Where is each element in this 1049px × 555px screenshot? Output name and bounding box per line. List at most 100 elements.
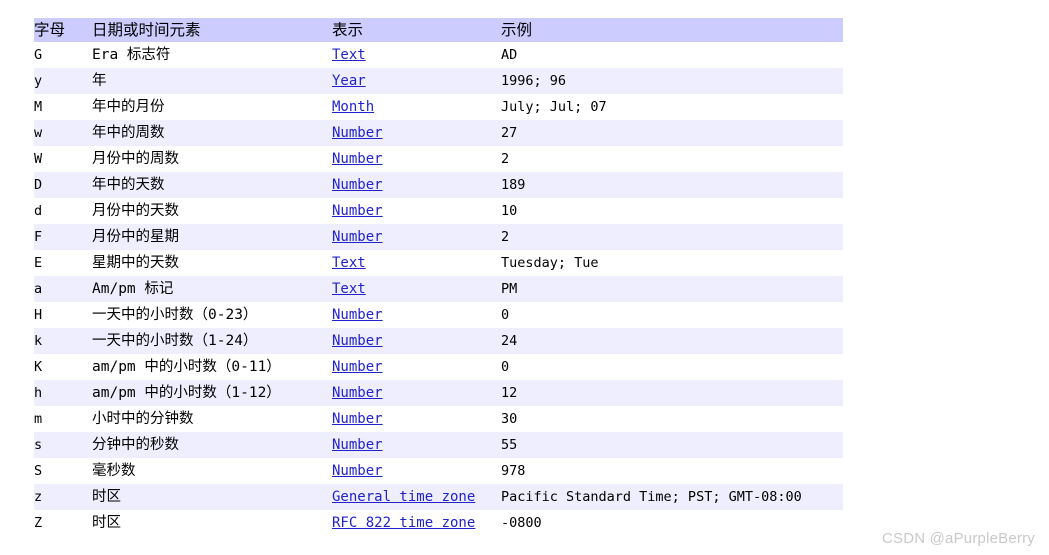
cell-element: 小时中的分钟数 xyxy=(92,411,194,427)
presentation-link[interactable]: Number xyxy=(332,307,383,323)
presentation-link[interactable]: Number xyxy=(332,203,383,219)
cell-example: July; Jul; 07 xyxy=(501,99,607,115)
cell-example: 0 xyxy=(501,359,510,375)
cell-presentation: Number xyxy=(332,354,501,380)
table-row: d 月份中的天数 Number 10 xyxy=(34,198,843,224)
presentation-link[interactable]: Number xyxy=(332,177,383,193)
cell-element: 分钟中的秒数 xyxy=(92,437,179,453)
cell-letter: W xyxy=(34,151,43,167)
cell-presentation: Number xyxy=(332,406,501,432)
cell-element: 时区 xyxy=(92,489,121,505)
cell-example: Tuesday; Tue xyxy=(501,255,599,271)
cell-letter: K xyxy=(34,359,43,375)
table-header: 字母 日期或时间元素 表示 示例 xyxy=(34,18,843,42)
cell-presentation: RFC 822 time zone xyxy=(332,510,501,536)
cell-letter: a xyxy=(34,281,43,297)
presentation-link[interactable]: Number xyxy=(332,229,383,245)
presentation-link[interactable]: Text xyxy=(332,47,366,63)
cell-example: 2 xyxy=(501,151,510,167)
cell-example: 10 xyxy=(501,203,518,219)
cell-presentation: Number xyxy=(332,380,501,406)
cell-presentation: Text xyxy=(332,42,501,68)
table-row: k 一天中的小时数（1-24） Number 24 xyxy=(34,328,843,354)
cell-example: 189 xyxy=(501,177,526,193)
cell-presentation: Number xyxy=(332,458,501,484)
cell-letter: D xyxy=(34,177,43,193)
presentation-link[interactable]: Number xyxy=(332,411,383,427)
cell-element: 月份中的星期 xyxy=(92,229,179,245)
cell-letter: d xyxy=(34,203,43,219)
cell-example: 12 xyxy=(501,385,518,401)
cell-presentation: Number xyxy=(332,198,501,224)
table-row: w 年中的周数 Number 27 xyxy=(34,120,843,146)
presentation-link[interactable]: Number xyxy=(332,333,383,349)
presentation-link[interactable]: Number xyxy=(332,359,383,375)
table-row: y 年 Year 1996; 96 xyxy=(34,68,843,94)
cell-letter: y xyxy=(34,73,43,89)
cell-element: 星期中的天数 xyxy=(92,255,179,271)
cell-element: 月份中的天数 xyxy=(92,203,179,219)
presentation-link[interactable]: Number xyxy=(332,385,383,401)
presentation-link[interactable]: Year xyxy=(332,73,366,89)
presentation-link[interactable]: Text xyxy=(332,281,366,297)
cell-presentation: Text xyxy=(332,250,501,276)
table-row: E 星期中的天数 Text Tuesday; Tue xyxy=(34,250,843,276)
presentation-link[interactable]: Text xyxy=(332,255,366,271)
cell-letter: S xyxy=(34,463,43,479)
cell-presentation: Month xyxy=(332,94,501,120)
cell-element: Era 标志符 xyxy=(92,47,171,63)
presentation-link[interactable]: Number xyxy=(332,151,383,167)
cell-example: PM xyxy=(501,281,518,297)
table-row: m 小时中的分钟数 Number 30 xyxy=(34,406,843,432)
cell-example: 27 xyxy=(501,125,518,141)
table-row: H 一天中的小时数（0-23） Number 0 xyxy=(34,302,843,328)
cell-example: 0 xyxy=(501,307,510,323)
cell-letter: s xyxy=(34,437,43,453)
cell-letter: E xyxy=(34,255,43,271)
cell-presentation: Year xyxy=(332,68,501,94)
cell-element: 月份中的周数 xyxy=(92,151,179,167)
column-header-letter: 字母 xyxy=(34,21,66,39)
table-row: M 年中的月份 Month July; Jul; 07 xyxy=(34,94,843,120)
table-row: Kam/pm 中的小时数（0-11） Number 0 xyxy=(34,354,843,380)
table-row: h am/pm 中的小时数（1-12） Number 12 xyxy=(34,380,843,406)
cell-letter: m xyxy=(34,411,43,427)
cell-example: Pacific Standard Time; PST; GMT-08:00 xyxy=(501,489,802,505)
cell-example: 24 xyxy=(501,333,518,349)
cell-presentation: Number xyxy=(332,224,501,250)
cell-element: 时区 xyxy=(92,515,121,531)
cell-element: 毫秒数 xyxy=(92,463,136,479)
cell-presentation: Number xyxy=(332,146,501,172)
cell-example: 30 xyxy=(501,411,518,427)
cell-example: 978 xyxy=(501,463,526,479)
cell-element: 年中的月份 xyxy=(92,99,165,115)
presentation-link[interactable]: Number xyxy=(332,125,383,141)
table-row: s 分钟中的秒数 Number 55 xyxy=(34,432,843,458)
presentation-link[interactable]: RFC 822 time zone xyxy=(332,515,475,531)
watermark: CSDN @aPurpleBerry xyxy=(881,530,1035,547)
cell-letter: F xyxy=(34,229,43,245)
cell-presentation: Number xyxy=(332,432,501,458)
column-header-presentation: 表示 xyxy=(332,21,364,39)
presentation-link[interactable]: Number xyxy=(332,437,383,453)
cell-element: 年中的周数 xyxy=(92,125,165,141)
date-format-pattern-table: 字母 日期或时间元素 表示 示例 G Era 标志符 Text AD y 年 Year 199… xyxy=(34,18,843,536)
cell-letter: k xyxy=(34,333,43,349)
cell-example: 2 xyxy=(501,229,510,245)
cell-presentation: Number xyxy=(332,328,501,354)
table-row: z 时区 General time zone Pacific Standard Tim… xyxy=(34,484,843,510)
cell-element: Am/pm 标记 xyxy=(92,281,174,297)
cell-example: 55 xyxy=(501,437,518,453)
table-row: G Era 标志符 Text AD xyxy=(34,42,843,68)
table-body: G Era 标志符 Text AD y 年 Year 1996; 96 M 年中的月份 Month J… xyxy=(34,42,843,536)
presentation-link[interactable]: Number xyxy=(332,463,383,479)
presentation-link[interactable]: Month xyxy=(332,99,374,115)
cell-element: 一天中的小时数（0-23） xyxy=(92,307,258,323)
cell-letter: G xyxy=(34,47,43,63)
cell-element: am/pm 中的小时数（1-12） xyxy=(92,385,281,401)
cell-letter: Z xyxy=(34,515,43,531)
table-row: D 年中的天数 Number 189 xyxy=(34,172,843,198)
presentation-link[interactable]: General time zone xyxy=(332,489,475,505)
cell-presentation: Text xyxy=(332,276,501,302)
cell-presentation: Number xyxy=(332,302,501,328)
